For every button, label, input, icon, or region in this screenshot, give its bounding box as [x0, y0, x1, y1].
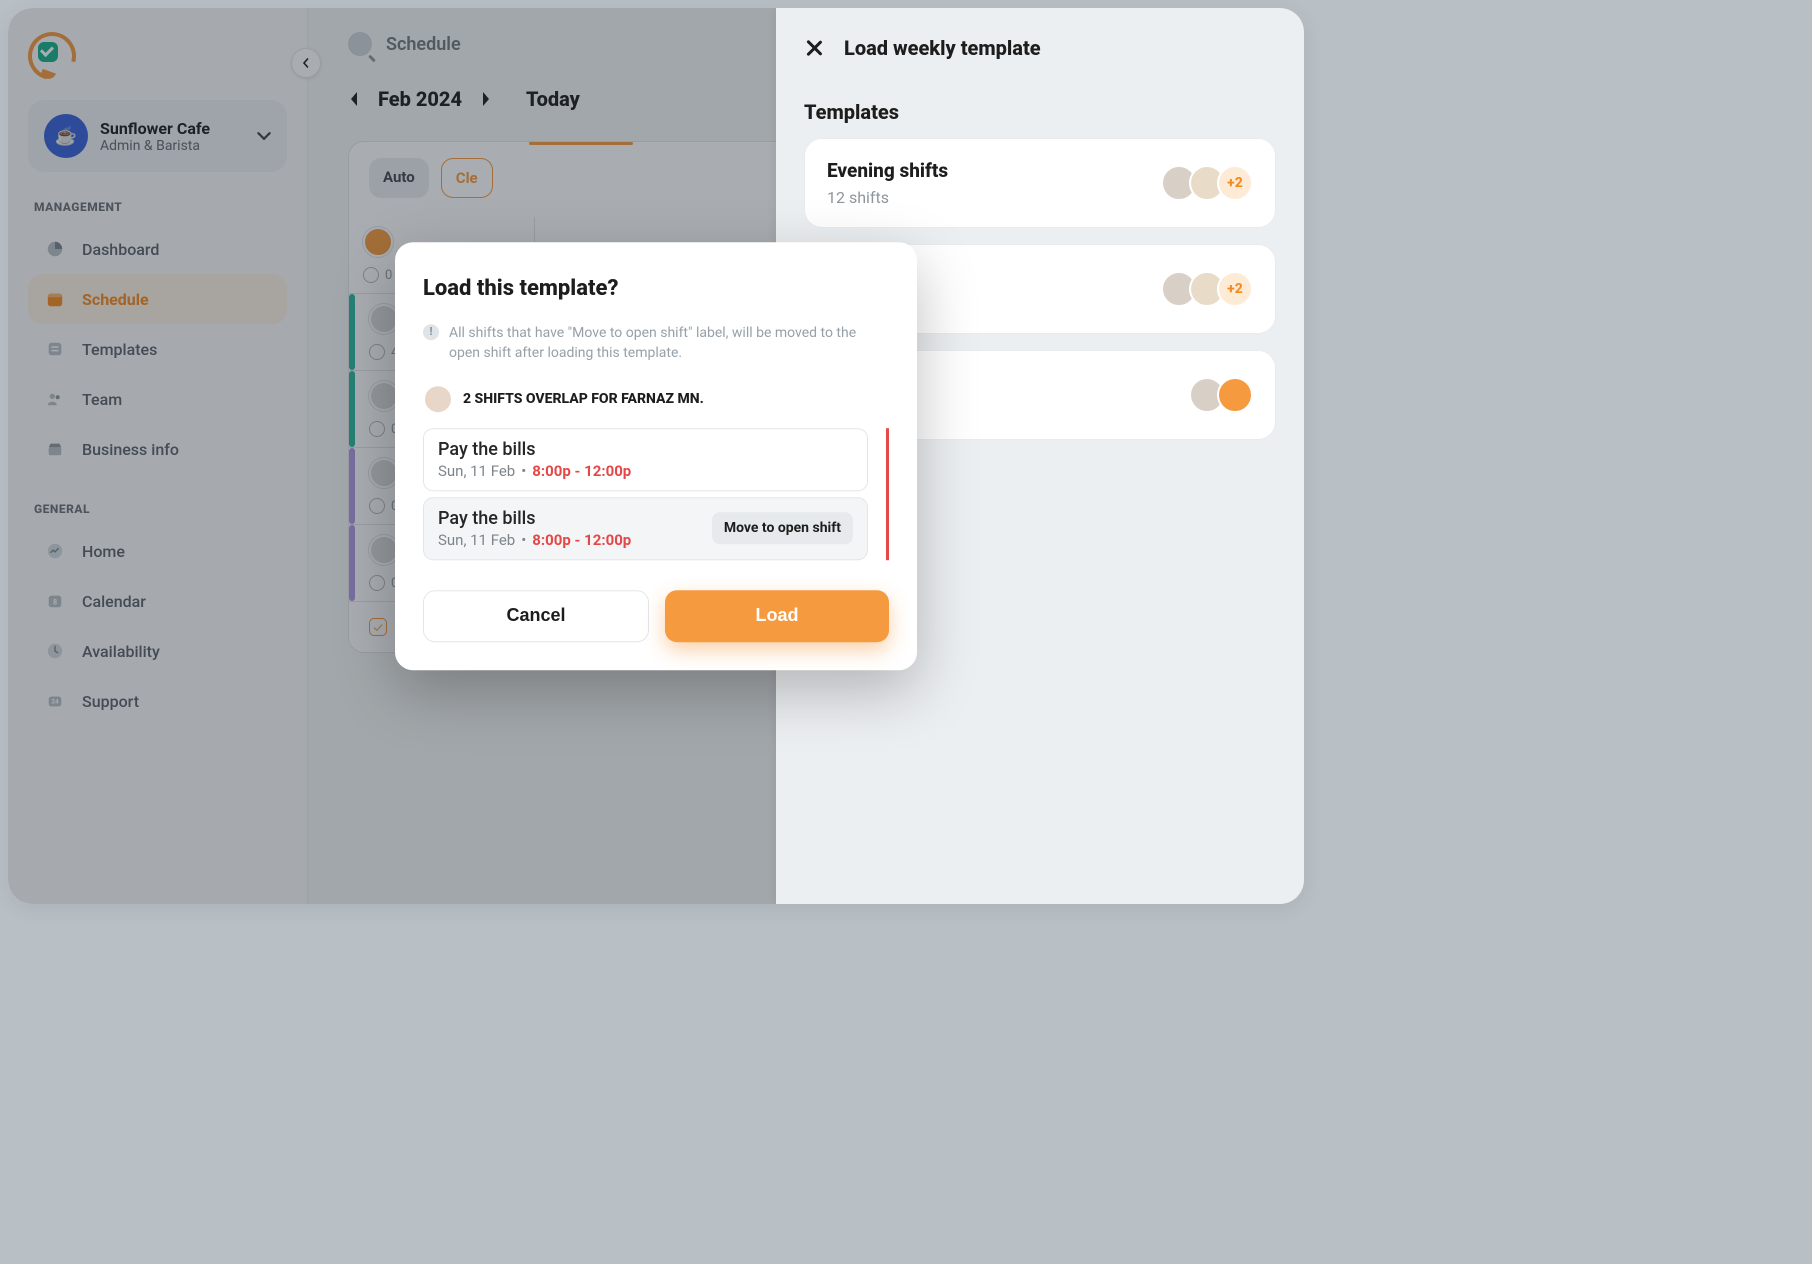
app-frame: ☕ Sunflower Cafe Admin & Barista MANAGEM…	[8, 8, 1304, 904]
template-assignees: +2	[1161, 271, 1253, 307]
move-to-open-shift-chip[interactable]: Move to open shift	[712, 512, 853, 544]
overlap-shift-item: Pay the bills Sun, 11 Feb•8:00p - 12:00p	[423, 428, 868, 491]
overlap-shift-item: Pay the bills Sun, 11 Feb•8:00p - 12:00p…	[423, 497, 868, 560]
template-name: Evening shifts	[827, 159, 1147, 182]
shift-title: Pay the bills	[438, 508, 700, 529]
modal-info: ! All shifts that have "Move to open shi…	[423, 323, 889, 364]
avatar	[1217, 377, 1253, 413]
overlap-shift-list: Pay the bills Sun, 11 Feb•8:00p - 12:00p…	[423, 428, 889, 560]
close-icon[interactable]	[804, 38, 824, 58]
modal-info-text: All shifts that have "Move to open shift…	[449, 323, 889, 364]
overlap-label: 2 SHIFTS OVERLAP FOR FARNAZ MN.	[463, 391, 704, 407]
panel-title: Load weekly template	[844, 36, 1041, 60]
shift-date: Sun, 11 Feb	[438, 531, 515, 549]
template-assignees	[1189, 377, 1253, 413]
shift-title: Pay the bills	[438, 439, 853, 460]
load-template-modal: Load this template? ! All shifts that ha…	[395, 242, 917, 670]
template-card[interactable]: Evening shifts 12 shifts +2	[804, 138, 1276, 228]
modal-title: Load this template?	[423, 276, 889, 301]
shift-time: 8:00p - 12:00p	[532, 531, 631, 549]
load-button[interactable]: Load	[665, 590, 889, 642]
shift-date: Sun, 11 Feb	[438, 462, 515, 480]
overlap-warning-header: 2 SHIFTS OVERLAP FOR FARNAZ MN.	[423, 384, 889, 414]
panel-section-label: Templates	[804, 100, 1276, 124]
more-count-badge: +2	[1217, 271, 1253, 307]
template-shift-count: 12 shifts	[827, 188, 1147, 207]
template-assignees: +2	[1161, 165, 1253, 201]
cancel-button[interactable]: Cancel	[423, 590, 649, 642]
more-count-badge: +2	[1217, 165, 1253, 201]
shift-time: 8:00p - 12:00p	[532, 462, 631, 480]
avatar	[423, 384, 453, 414]
info-icon: !	[423, 324, 439, 340]
